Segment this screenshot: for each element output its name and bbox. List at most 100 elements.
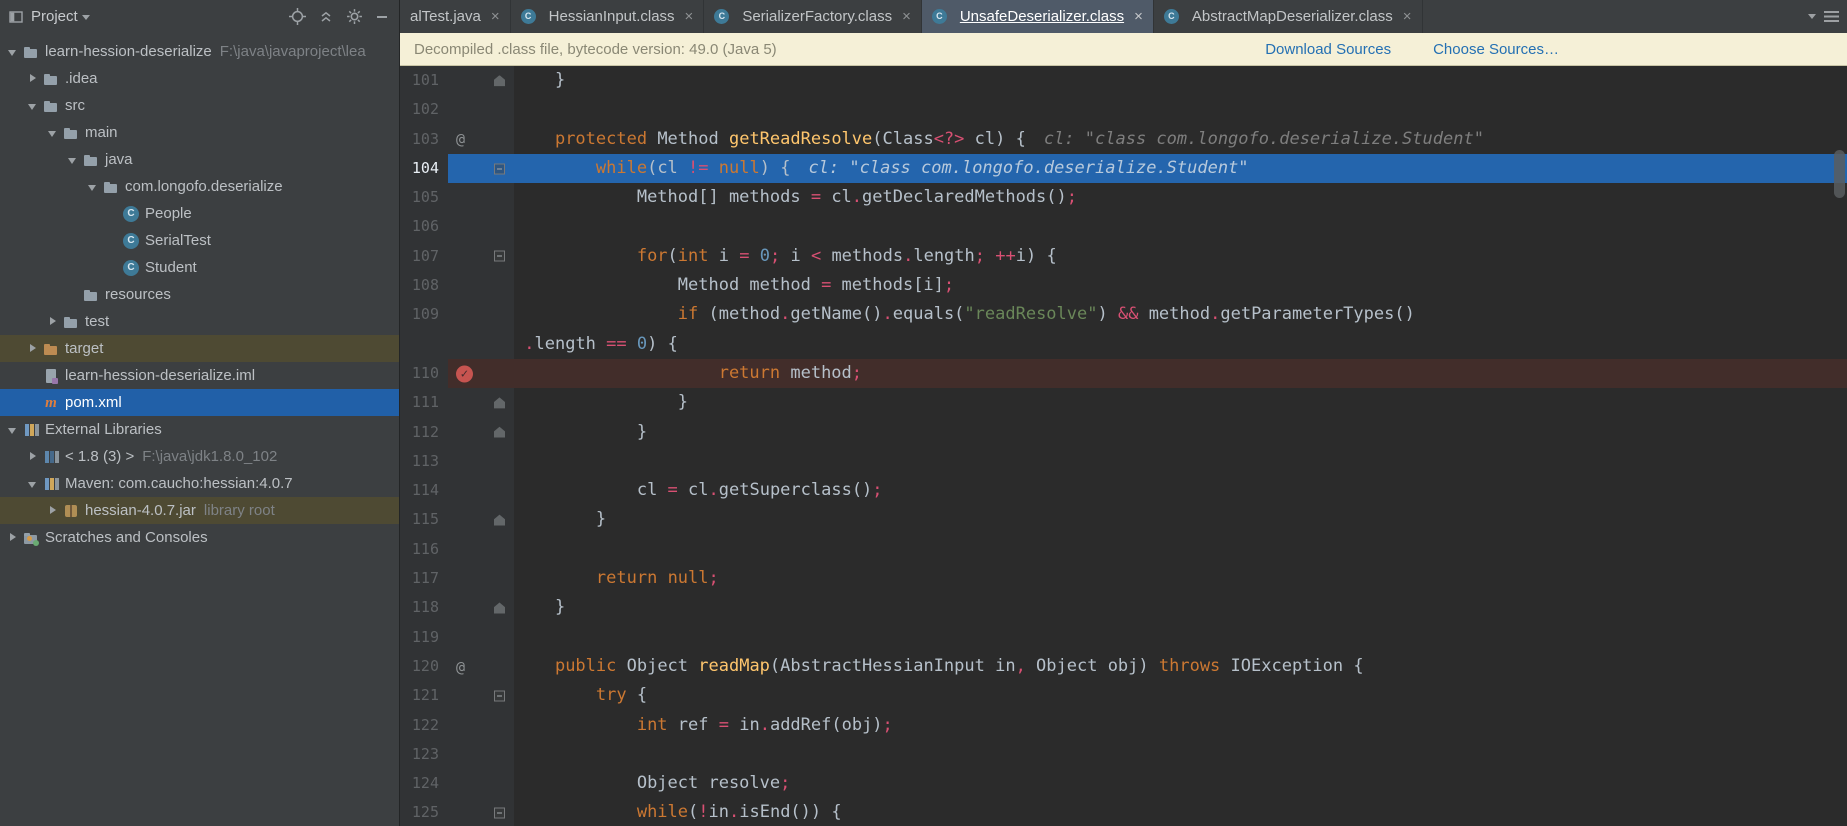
scratch-dot bbox=[33, 539, 39, 546]
hide-panel-icon[interactable] bbox=[375, 9, 389, 25]
override-marker-icon[interactable]: @ bbox=[456, 658, 465, 676]
code-text: return method; bbox=[514, 358, 1847, 389]
tree-item-label: hessian-4.0.7.jar bbox=[85, 502, 196, 519]
download-sources-link[interactable]: Download Sources bbox=[1265, 41, 1391, 58]
locate-icon[interactable] bbox=[289, 8, 306, 25]
expander-open-icon[interactable] bbox=[6, 423, 20, 437]
tree-item-learn-hession-deserialize-iml[interactable]: learn-hession-deserialize.iml bbox=[0, 362, 399, 389]
expander-closed-icon[interactable] bbox=[26, 72, 40, 86]
expander-open-icon[interactable] bbox=[66, 153, 80, 167]
line-number bbox=[400, 329, 448, 359]
editor-tab-serializerfactory-class[interactable]: C SerializerFactory.class × bbox=[704, 0, 922, 33]
line-number: 110 bbox=[400, 358, 448, 389]
expander-closed-icon[interactable] bbox=[46, 315, 60, 329]
line-number: 113 bbox=[400, 446, 448, 477]
breakpoint-icon[interactable]: ✓ bbox=[456, 365, 473, 383]
code-line: 116 bbox=[400, 534, 1847, 565]
code-text: return null; bbox=[595, 568, 719, 589]
tree-item-maven-com-caucho-hessian-4-0-7[interactable]: Maven: com.caucho:hessian:4.0.7 bbox=[0, 470, 399, 497]
folder-excluded-icon bbox=[43, 341, 59, 357]
choose-sources-link[interactable]: Choose Sources… bbox=[1433, 41, 1559, 58]
tree-item-resources[interactable]: resources bbox=[0, 281, 399, 308]
tab-close-icon[interactable]: × bbox=[1134, 8, 1143, 25]
code-line: 125 while(!in.isEnd()) { bbox=[400, 798, 1847, 826]
editor-tab-hessianinput-class[interactable]: C HessianInput.class × bbox=[511, 0, 705, 33]
code-line: 106 bbox=[400, 212, 1847, 242]
code-line: 114 cl = cl.getSuperclass(); bbox=[400, 476, 1847, 506]
expander-open-icon[interactable] bbox=[26, 477, 40, 491]
expander-open-icon[interactable] bbox=[86, 180, 100, 194]
tab-close-icon[interactable]: × bbox=[685, 8, 694, 25]
tree-item-test[interactable]: test bbox=[0, 308, 399, 335]
code-editor[interactable]: 101 } 102 103 @ protected Method getReadRes… bbox=[400, 66, 1847, 826]
fold-collapse-icon[interactable] bbox=[494, 250, 505, 262]
editor-menu-icon[interactable] bbox=[1824, 11, 1839, 22]
line-number: 101 bbox=[400, 66, 448, 96]
folder-icon bbox=[63, 314, 79, 330]
fold-end-icon[interactable] bbox=[494, 514, 505, 526]
editor-tab-unsafedeserializer-class[interactable]: C UnsafeDeserializer.class × bbox=[921, 0, 1154, 33]
expander-open-icon[interactable] bbox=[6, 45, 20, 59]
tree-item-src[interactable]: src bbox=[0, 92, 399, 119]
fold-collapse-icon[interactable] bbox=[494, 807, 505, 819]
gutter bbox=[448, 798, 514, 826]
editor-tab-altest-java[interactable]: alTest.java × bbox=[400, 0, 511, 33]
code-text: while(!in.isEnd()) { bbox=[636, 802, 842, 823]
project-panel-header: Project bbox=[0, 0, 399, 33]
chevron-down-icon[interactable] bbox=[81, 15, 90, 20]
expander-closed-icon[interactable] bbox=[6, 531, 20, 545]
tree-item-label: learn-hession-deserialize.iml bbox=[65, 367, 256, 384]
tab-close-icon[interactable]: × bbox=[902, 8, 911, 25]
collapse-all-icon[interactable] bbox=[318, 9, 334, 25]
tab-close-icon[interactable]: × bbox=[1403, 8, 1412, 25]
tree-item-scratches-and-consoles[interactable]: Scratches and Consoles bbox=[0, 524, 399, 551]
code-text: } bbox=[677, 392, 689, 413]
fold-end-icon[interactable] bbox=[494, 426, 505, 438]
tab-list-chevron-icon[interactable] bbox=[1808, 14, 1816, 19]
tree-item-student[interactable]: C Student bbox=[0, 254, 399, 281]
expander-open-icon[interactable] bbox=[46, 126, 60, 140]
code-line: 122 int ref = in.addRef(obj); bbox=[400, 710, 1847, 740]
tree-item-people[interactable]: C People bbox=[0, 200, 399, 227]
tree-item-1-8-3[interactable]: < 1.8 (3) > F:\java\jdk1.8.0_102 bbox=[0, 443, 399, 470]
tree-item-external-libraries[interactable]: External Libraries bbox=[0, 416, 399, 443]
expander-closed-icon[interactable] bbox=[46, 504, 60, 518]
tree-item-com-longofo-deserialize[interactable]: com.longofo.deserialize bbox=[0, 173, 399, 200]
expander-closed-icon[interactable] bbox=[26, 342, 40, 356]
tree-item-java[interactable]: java bbox=[0, 146, 399, 173]
tree-item-hessian-4-0-7-jar[interactable]: hessian-4.0.7.jar library root bbox=[0, 497, 399, 524]
gutter bbox=[448, 183, 514, 213]
code-text: Object resolve; bbox=[636, 773, 791, 794]
gutter bbox=[448, 476, 514, 506]
library-icon bbox=[43, 476, 59, 492]
jar-icon bbox=[63, 503, 79, 519]
line-number: 115 bbox=[400, 505, 448, 535]
fold-end-icon[interactable] bbox=[494, 75, 505, 87]
code-text: .length == 0) { bbox=[524, 333, 678, 354]
tree-item-serialtest[interactable]: C SerialTest bbox=[0, 227, 399, 254]
line-number: 117 bbox=[400, 564, 448, 594]
fold-end-icon[interactable] bbox=[494, 602, 505, 614]
editor-tab-abstractmapdeserializer-class[interactable]: C AbstractMapDeserializer.class × bbox=[1154, 0, 1423, 33]
gutter bbox=[448, 241, 514, 272]
expander-closed-icon[interactable] bbox=[26, 450, 40, 464]
code-line: 111 } bbox=[400, 388, 1847, 418]
tree-item-target[interactable]: target bbox=[0, 335, 399, 362]
expander-open-icon[interactable] bbox=[26, 99, 40, 113]
tree-item-pom-xml[interactable]: m pom.xml bbox=[0, 389, 399, 416]
tree-item-main[interactable]: main bbox=[0, 119, 399, 146]
fold-end-icon[interactable] bbox=[494, 397, 505, 409]
project-panel-title[interactable]: Project bbox=[31, 8, 78, 25]
tree-item-label: pom.xml bbox=[65, 394, 122, 411]
fold-collapse-icon[interactable] bbox=[494, 163, 505, 175]
settings-gear-icon[interactable] bbox=[346, 8, 363, 25]
tree-item-learn-hession-deserialize[interactable]: learn-hession-deserialize F:\java\javapro… bbox=[0, 38, 399, 65]
tab-close-icon[interactable]: × bbox=[491, 8, 500, 25]
editor-scrollbar[interactable] bbox=[1834, 150, 1845, 198]
code-text: Method method = methods[i]; bbox=[677, 275, 955, 296]
tree-item-idea[interactable]: .idea bbox=[0, 65, 399, 92]
override-marker-icon[interactable]: @ bbox=[456, 130, 465, 148]
fold-collapse-icon[interactable] bbox=[494, 690, 505, 702]
